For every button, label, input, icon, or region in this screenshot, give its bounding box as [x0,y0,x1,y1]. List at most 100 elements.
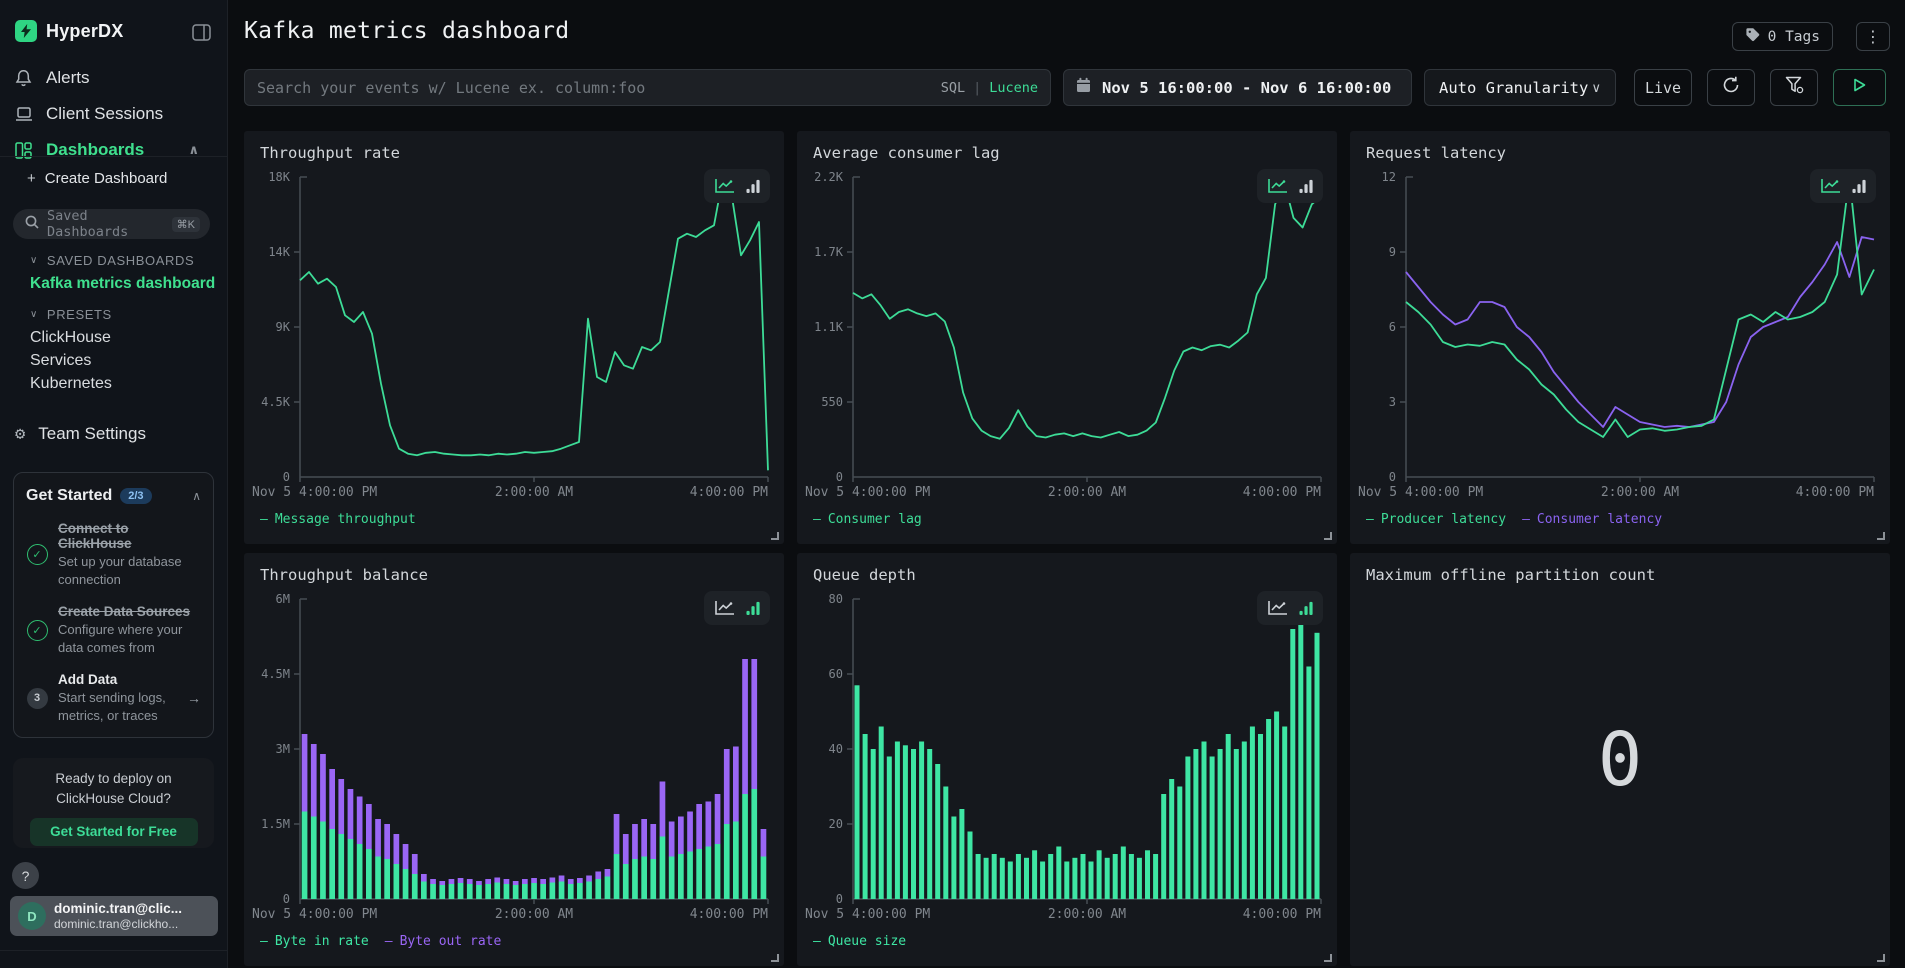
chart-card-throughput-rate[interactable]: Throughput rate 04.5K9K14K18K Nov 5 4:00… [244,131,784,544]
legend-queue-size[interactable]: —Queue size [813,934,906,949]
chart-plot: 05501.1K1.7K2.2K [805,169,1329,485]
chart-card-request-latency[interactable]: Request latency 036912 Nov 5 4:00:00 PM2… [1350,131,1890,544]
resize-handle[interactable] [1877,532,1885,540]
saved-dashboards-search[interactable]: Saved Dashboards ⌘K [13,209,210,239]
chart-view-toggle[interactable] [1810,169,1876,203]
granularity-select[interactable]: Auto Granularity ∨ [1424,69,1616,106]
get-started-step-2[interactable]: ✓ Create Data Sources Configure where yo… [26,604,201,656]
live-button[interactable]: Live [1634,69,1692,106]
help-button[interactable]: ? [12,862,39,889]
get-started-free-button[interactable]: Get Started for Free [30,818,198,846]
svg-text:550: 550 [821,395,843,409]
resize-handle[interactable] [771,532,779,540]
saved-dashboards-section[interactable]: ∨ SAVED DASHBOARDS [30,253,194,268]
sidebar-item-client-sessions[interactable]: Client Sessions [15,104,213,124]
gear-icon: ⚙ [15,424,25,444]
play-icon [1853,78,1866,97]
promo-line-2: ClickHouse Cloud? [13,789,214,809]
chart-title: Queue depth [813,566,916,584]
sidebar-item-kubernetes[interactable]: Kubernetes [30,375,112,393]
sidebar-item-kafka-dashboard[interactable]: Kafka metrics dashboard [30,275,215,293]
sidebar-item-services[interactable]: Services [30,352,91,370]
create-dashboard-button[interactable]: +Create Dashboard [27,170,167,187]
more-options-button[interactable]: ⋮ [1856,22,1890,51]
tags-button[interactable]: 0 Tags [1732,22,1833,51]
bar-chart-icon[interactable] [1852,178,1867,194]
x-axis-labels: Nov 5 4:00:00 PM2:00:00 AM4:00:00 PM [1358,485,1874,501]
chart-legend: —Byte in rate —Byte out rate [260,934,501,949]
line-chart-icon[interactable] [1267,178,1289,195]
legend-consumer-lag[interactable]: —Consumer lag [813,512,922,527]
line-chart-icon[interactable] [1267,600,1289,617]
svg-text:20: 20 [829,817,843,831]
sidebar-item-alerts[interactable]: Alerts [15,68,213,88]
bar-chart-icon[interactable] [746,600,761,616]
sidebar-item-label: Alerts [46,68,89,88]
legend-consumer-latency[interactable]: —Consumer latency [1522,512,1662,527]
line-chart-icon[interactable] [714,600,736,617]
brand[interactable]: HyperDX [15,20,123,42]
refresh-button[interactable] [1707,69,1755,106]
resize-handle[interactable] [1877,954,1885,962]
divider [0,156,228,157]
line-chart-icon[interactable] [714,178,736,195]
bell-icon [15,69,33,87]
resize-handle[interactable] [771,954,779,962]
chart-view-toggle[interactable] [1257,169,1323,203]
chart-view-toggle[interactable] [704,591,770,625]
bar-chart-icon[interactable] [1299,600,1314,616]
svg-text:9K: 9K [276,320,291,334]
calendar-icon [1076,77,1091,98]
chart-legend: —Queue size [813,934,906,949]
svg-text:2.2K: 2.2K [814,170,844,184]
line-chart-icon[interactable] [1820,178,1842,195]
user-name: dominic.tran@clic... [54,901,182,918]
toolbar: SQL | Lucene Nov 5 16:00:00 - Nov 6 16:0… [244,69,1886,106]
user-menu[interactable]: D dominic.tran@clic... dominic.tran@clic… [10,896,218,936]
sidebar-item-team-settings[interactable]: ⚙ Team Settings [15,424,146,444]
svg-text:0: 0 [836,892,843,906]
chevron-up-icon[interactable]: ∧ [192,489,201,503]
chart-plot: 04.5K9K14K18K [252,169,776,485]
sidebar-item-dashboards[interactable]: Dashboards ∧ [15,140,213,160]
resize-handle[interactable] [1324,954,1332,962]
presets-section[interactable]: ∨ PRESETS [30,307,112,322]
event-search-box[interactable]: SQL | Lucene [244,69,1051,106]
date-range-picker[interactable]: Nov 5 16:00:00 - Nov 6 16:00:00 [1063,69,1412,106]
chevron-down-icon: ∨ [1591,80,1601,96]
legend-byte-out-rate[interactable]: —Byte out rate [385,934,502,949]
chart-plot: 036912 [1358,169,1882,485]
sidebar-item-clickhouse[interactable]: ClickHouse [30,329,111,347]
lucene-toggle[interactable]: Lucene [989,80,1038,96]
resize-handle[interactable] [1324,532,1332,540]
sql-toggle[interactable]: SQL [941,80,965,96]
legend-byte-in-rate[interactable]: —Byte in rate [260,934,369,949]
chart-card-offline-partition-count[interactable]: Maximum offline partition count 0 [1350,553,1890,966]
legend-producer-latency[interactable]: —Producer latency [1366,512,1506,527]
filter-button[interactable] [1770,69,1818,106]
chart-card-queue-depth[interactable]: Queue depth 020406080 Nov 5 4:00:00 PM2:… [797,553,1337,966]
search-placeholder: Saved Dashboards [47,208,164,240]
chart-view-toggle[interactable] [1257,591,1323,625]
legend-message-throughput[interactable]: —Message throughput [260,512,416,527]
search-input[interactable] [257,79,931,97]
chart-view-toggle[interactable] [704,169,770,203]
shortcut-badge: ⌘K [172,217,200,232]
chart-card-throughput-balance[interactable]: Throughput balance 01.5M3M4.5M6M Nov 5 4… [244,553,784,966]
main-content: Kafka metrics dashboard 0 Tags ⋮ SQL | L… [228,0,1905,968]
svg-text:80: 80 [829,592,843,606]
sidebar: HyperDX Alerts Client Sessions Dashboard… [0,0,228,968]
run-query-button[interactable] [1833,69,1886,106]
svg-text:1.1K: 1.1K [814,320,844,334]
bar-chart-icon[interactable] [1299,178,1314,194]
x-axis-labels: Nov 5 4:00:00 PM2:00:00 AM4:00:00 PM [805,907,1321,923]
get-started-step-3[interactable]: 3 Add Data Start sending logs, metrics, … [26,672,201,724]
dashboard-grid: Throughput rate 04.5K9K14K18K Nov 5 4:00… [244,131,1890,966]
sidebar-collapse-icon[interactable] [192,24,211,46]
chart-card-consumer-lag[interactable]: Average consumer lag 05501.1K1.7K2.2K No… [797,131,1337,544]
get-started-step-1[interactable]: ✓ Connect to ClickHouse Set up your data… [26,521,201,588]
chart-title: Average consumer lag [813,144,1000,162]
chart-plot: 020406080 [805,591,1329,907]
step-desc: Set up your database connection [58,553,201,588]
bar-chart-icon[interactable] [746,178,761,194]
